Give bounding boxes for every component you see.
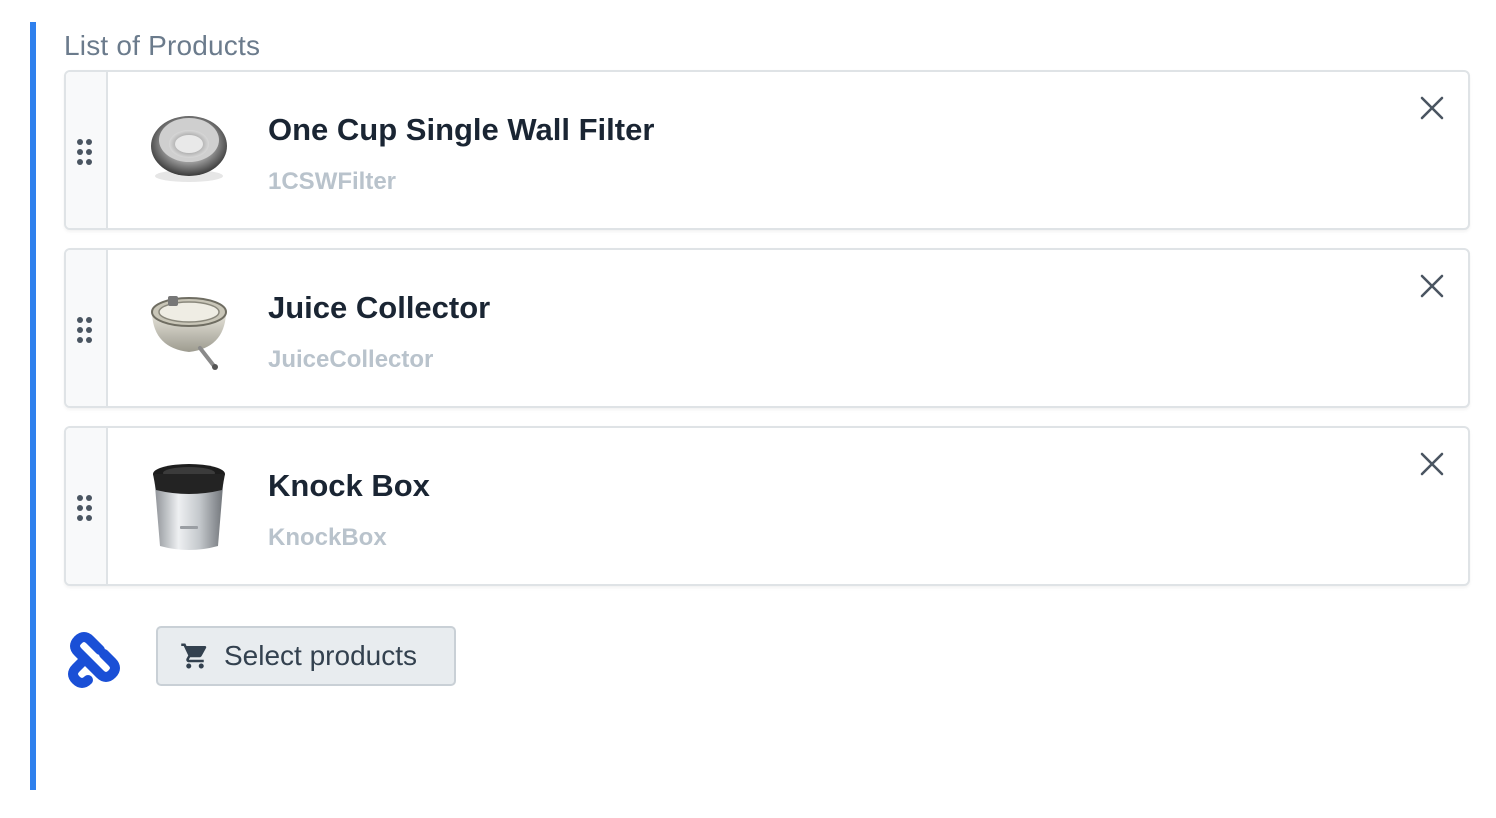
select-products-label: Select products	[224, 640, 417, 671]
close-icon[interactable]	[1418, 450, 1446, 478]
filter-basket-image	[151, 116, 227, 182]
knock-box-image	[153, 464, 225, 550]
field-label: List of Products	[64, 30, 261, 61]
product-list-field: List of Products One Cup Single Wall Fil…	[30, 22, 1470, 790]
field-focus-bar	[30, 22, 36, 790]
product-sku: JuiceCollector	[268, 346, 434, 373]
list-footer: Select products	[64, 626, 664, 688]
product-list: One Cup Single Wall Filter 1CSWFilter Ju…	[64, 70, 1470, 604]
product-item: Juice Collector JuiceCollector	[64, 248, 1470, 408]
plugin-logo-icon	[68, 632, 120, 688]
drag-handle[interactable]	[66, 72, 108, 228]
drag-handle-icon	[77, 139, 92, 165]
drag-handle-icon	[77, 495, 92, 521]
drag-handle[interactable]	[66, 428, 108, 584]
cart-icon	[181, 643, 207, 669]
close-icon[interactable]	[1418, 272, 1446, 300]
product-name: One Cup Single Wall Filter	[268, 112, 655, 147]
select-products-button[interactable]: Select products	[156, 626, 456, 686]
drag-handle-icon	[77, 317, 92, 343]
product-sku: KnockBox	[268, 524, 387, 551]
close-icon[interactable]	[1418, 94, 1446, 122]
juice-collector-image	[151, 296, 227, 370]
drag-handle[interactable]	[66, 250, 108, 406]
product-item: One Cup Single Wall Filter 1CSWFilter	[64, 70, 1470, 230]
product-name: Knock Box	[268, 468, 430, 503]
product-item: Knock Box KnockBox	[64, 426, 1470, 586]
product-sku: 1CSWFilter	[268, 168, 397, 195]
product-name: Juice Collector	[268, 290, 491, 325]
